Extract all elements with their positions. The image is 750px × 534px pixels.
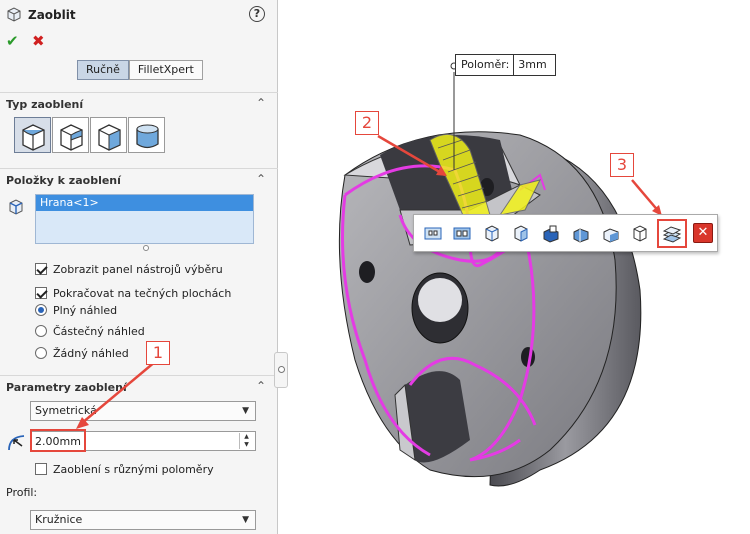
face-fillet-icon [98, 124, 121, 151]
select-connected-loop-icon[interactable] [422, 223, 444, 243]
select-feature-edges-icon[interactable] [481, 223, 503, 243]
option-label: Zobrazit panel nástrojů výběru [53, 262, 223, 276]
variable-radius-fillet-icon [60, 124, 83, 151]
constant-radius-fillet-button[interactable] [14, 117, 51, 153]
selection-toolbar: ✕ [413, 214, 718, 252]
tab-filletxpert[interactable]: FilletXpert [128, 60, 203, 80]
collapse-chevron-icon[interactable]: ⌃ [256, 379, 266, 393]
profile-select[interactable]: Kružnice ▼ [30, 510, 256, 530]
option-label: Pokračovat na tečných plochách [53, 286, 232, 300]
face-fillet-button[interactable] [90, 117, 127, 153]
dropdown-arrow-icon: ▼ [242, 406, 249, 416]
help-icon[interactable]: ? [249, 6, 265, 22]
full-round-fillet-icon [136, 124, 159, 149]
part-model[interactable] [338, 62, 642, 487]
full-round-fillet-button[interactable] [128, 117, 165, 153]
select-open-loop-icon[interactable] [540, 223, 562, 243]
variable-radius-fillet-button[interactable] [52, 117, 89, 153]
show-selection-toolbar-option[interactable]: Zobrazit panel nástrojů výběru [35, 261, 223, 277]
property-manager: Zaoblit ? ✔ ✖ Ručně FilletXpert Typ zaob… [0, 0, 278, 534]
items-listbox[interactable]: Hrana<1> [35, 194, 254, 244]
dropdown-arrow-icon: ▼ [242, 515, 249, 525]
option-label: Zaoblení s různými poloměry [53, 462, 214, 476]
resize-handle[interactable] [143, 245, 149, 251]
profile-label: Profil: [6, 486, 38, 499]
select-concave-edges-icon[interactable] [600, 223, 622, 243]
list-item[interactable]: Hrana<1> [36, 195, 253, 211]
tangent-propagation-option[interactable]: Pokračovat na tečných plochách [35, 285, 231, 301]
full-preview-option[interactable]: Plný náhled [35, 302, 117, 318]
section-heading: Položky k zaoblení [6, 174, 121, 187]
section-fillet-type[interactable]: Typ zaoblení ⌃ [0, 92, 278, 114]
option-label: Plný náhled [53, 303, 118, 317]
checkbox[interactable] [35, 287, 47, 299]
fillet-type-buttons [14, 117, 166, 153]
tab-manual[interactable]: Ručně [77, 60, 129, 80]
section-heading: Typ zaoblení [6, 98, 84, 111]
mode-tabs: Ručně FilletXpert [77, 60, 203, 80]
radio[interactable] [35, 347, 47, 359]
collapse-chevron-icon[interactable]: ⌃ [256, 172, 266, 186]
radius-tag-value[interactable]: 3mm [514, 55, 555, 75]
panel-splitter-handle[interactable] [274, 352, 288, 388]
select-tangent-loop-icon[interactable] [451, 223, 473, 243]
title-row: Zaoblit [6, 5, 76, 25]
callout-3: 3 [610, 153, 634, 177]
edge-selection-icon [8, 198, 24, 219]
graphics-area[interactable] [290, 0, 750, 534]
section-items[interactable]: Položky k zaoblení ⌃ [0, 168, 278, 190]
close-icon[interactable]: ✕ [693, 223, 713, 243]
cancel-button[interactable]: ✖ [32, 32, 45, 50]
callout-2: 2 [355, 111, 379, 135]
radius-callout-tag[interactable]: Poloměr: 3mm [455, 54, 557, 76]
panel-title: Zaoblit [28, 8, 76, 22]
multi-radius-option[interactable]: Zaoblení s různými poloměry [35, 461, 214, 477]
radius-spinner[interactable]: ▲ ▼ [239, 433, 253, 449]
option-label: Částečný náhled [53, 324, 145, 338]
select-value: Kružnice [35, 513, 83, 526]
partial-preview-option[interactable]: Částečný náhled [35, 323, 145, 339]
select-feature-faces-icon[interactable] [661, 223, 683, 243]
select-face-edges-icon[interactable] [629, 223, 651, 243]
checkbox[interactable] [35, 263, 47, 275]
select-connected-edges-icon[interactable] [510, 223, 532, 243]
constant-radius-fillet-icon [22, 124, 45, 151]
radio[interactable] [35, 304, 47, 316]
radio[interactable] [35, 325, 47, 337]
select-convex-edges-icon[interactable] [570, 223, 592, 243]
collapse-chevron-icon[interactable]: ⌃ [256, 96, 266, 110]
radius-icon [6, 432, 28, 455]
checkbox[interactable] [35, 463, 47, 475]
callout-1-arrow [76, 360, 157, 429]
ok-button[interactable]: ✔ [6, 32, 19, 50]
radius-tag-label: Poloměr: [456, 55, 515, 75]
fillet-feature-icon [6, 6, 22, 25]
callout-1: 1 [146, 341, 170, 365]
